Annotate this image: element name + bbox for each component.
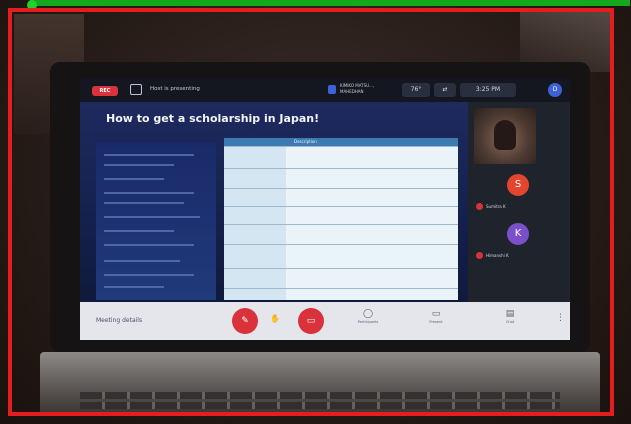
participant-name: Sumitra K <box>486 204 506 209</box>
keyboard-keys <box>80 402 560 409</box>
participant-name: Himanshi K <box>486 253 509 258</box>
raise-hand-icon[interactable]: ✋ <box>270 314 280 323</box>
bullet-line <box>104 178 164 180</box>
table-cell <box>224 289 286 300</box>
table-cell <box>224 147 286 168</box>
bullet-line <box>104 202 184 204</box>
chat-label: Chat <box>505 320 515 324</box>
chat-icon: ▤ <box>505 309 515 319</box>
participant-avatar[interactable]: S <box>507 174 529 196</box>
table-row <box>224 244 458 268</box>
mic-muted-icon <box>476 252 483 259</box>
table-row <box>224 268 458 288</box>
meeting-control-bar: Meeting details ✎ ✋ ▭ ◯ Participants ▭ P… <box>80 302 570 340</box>
table-row <box>224 206 458 224</box>
participant-panel: S Sumitra K K Himanshi K <box>468 102 570 302</box>
people-icon: ◯ <box>362 309 374 319</box>
mic-muted-icon <box>476 203 483 210</box>
keyboard-keys <box>80 392 560 399</box>
photo-scene: REC Host is presenting KIMIKO MATSU…, MA… <box>0 0 631 424</box>
table-header: Description <box>224 138 458 146</box>
host-tag: KIMIKO MATSU…, MAHEDHAN <box>328 83 388 98</box>
table-cell <box>224 207 286 224</box>
table-row <box>224 168 458 188</box>
presenter-video[interactable] <box>474 108 536 164</box>
table-row <box>224 288 458 300</box>
table-header-cell: Description <box>294 139 317 144</box>
host-badge-icon <box>328 85 336 94</box>
participants-button[interactable]: ◯ Participants <box>342 308 394 325</box>
host-name: KIMIKO MATSU…, MAHEDHAN <box>340 83 375 94</box>
presenting-icon <box>130 84 142 95</box>
mute-button[interactable]: ✎ <box>232 308 258 334</box>
table-row <box>224 188 458 206</box>
presenter-silhouette <box>494 120 516 150</box>
slide-bullet-panel <box>96 142 216 300</box>
present-icon: ▭ <box>431 309 441 319</box>
bullet-line <box>104 164 174 166</box>
bullet-line <box>104 192 194 194</box>
chat-button[interactable]: ▤ Chat <box>484 308 536 325</box>
green-strip <box>30 0 630 6</box>
clock-button[interactable]: 3:25 PM <box>460 83 516 97</box>
participant-avatar[interactable]: K <box>507 223 529 245</box>
video-button[interactable]: ▭ <box>298 308 324 334</box>
table-cell <box>224 189 286 206</box>
table-cell <box>224 245 286 268</box>
table-cell <box>224 169 286 188</box>
shared-slide: How to get a scholarship in Japan! Descr… <box>80 102 468 302</box>
bullet-line <box>104 244 194 246</box>
weather-button[interactable]: 76° <box>402 83 430 97</box>
present-label: Present <box>429 320 443 324</box>
bullet-line <box>104 260 180 262</box>
table-row <box>224 146 458 168</box>
presenting-label: Host is presenting <box>150 86 200 92</box>
participants-label: Participants <box>357 320 379 324</box>
table-cell <box>224 269 286 288</box>
slide-title: How to get a scholarship in Japan! <box>106 112 320 125</box>
table-row <box>224 224 458 244</box>
bullet-line <box>104 154 194 156</box>
bullet-line <box>104 216 200 218</box>
table-cell <box>224 225 286 244</box>
bullet-line <box>104 286 164 288</box>
bullet-line <box>104 230 174 232</box>
green-dot <box>27 0 37 10</box>
recording-badge: REC <box>92 86 118 96</box>
meeting-top-bar: REC Host is presenting KIMIKO MATSU…, MA… <box>80 78 570 102</box>
bullet-line <box>104 274 194 276</box>
user-avatar[interactable]: D <box>548 83 562 97</box>
present-button[interactable]: ▭ Present <box>410 308 462 325</box>
laptop-screen: REC Host is presenting KIMIKO MATSU…, MA… <box>80 78 570 340</box>
swap-view-button[interactable]: ⇄ <box>434 83 456 97</box>
slide-table: Description <box>224 138 458 300</box>
meeting-details-button[interactable]: Meeting details <box>96 317 142 324</box>
more-options-icon[interactable]: ⋮ <box>556 313 565 323</box>
